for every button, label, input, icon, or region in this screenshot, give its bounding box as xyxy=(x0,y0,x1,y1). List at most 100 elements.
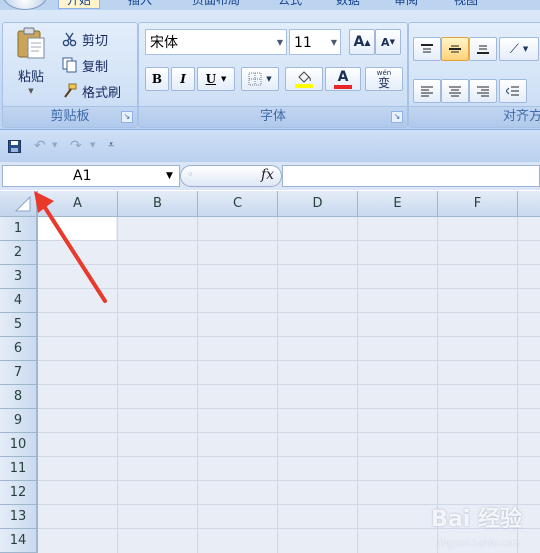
align-bottom-button[interactable] xyxy=(469,37,497,61)
align-top-button[interactable] xyxy=(413,37,441,61)
copy-button[interactable]: 复制 xyxy=(61,53,135,77)
grid-line xyxy=(38,384,540,385)
format-painter-icon xyxy=(64,83,77,98)
fill-bucket-icon xyxy=(298,70,311,83)
shrink-font-icon: ▼ xyxy=(389,38,395,46)
font-group-label: 字体 xyxy=(139,106,407,127)
formula-input[interactable] xyxy=(282,165,540,187)
font-name-combo[interactable]: 宋体 ▼ xyxy=(145,29,287,55)
align-left-button[interactable] xyxy=(413,79,441,103)
row-header-7[interactable]: 7 xyxy=(0,361,38,385)
ribbon-tab-strip: 开始 插入 页面布局 公式 数据 审阅 视图 xyxy=(0,0,540,10)
row-header-8[interactable]: 8 xyxy=(0,385,38,409)
customize-qat-icon[interactable]: ⩡ xyxy=(108,138,114,152)
font-name-dropdown-icon[interactable]: ▼ xyxy=(277,30,283,56)
row-header-9[interactable]: 9 xyxy=(0,409,38,433)
shrink-font-button[interactable]: A ▼ xyxy=(375,29,401,55)
column-header-f[interactable]: F xyxy=(438,191,518,217)
tab-insert[interactable]: 插入 xyxy=(128,0,152,8)
undo-dropdown-icon[interactable]: ▼ xyxy=(52,141,57,149)
cut-label: 剪切 xyxy=(82,33,109,49)
clipboard-group: 粘贴 ▼ 剪切 复制 格式刷 剪贴板 ↘ xyxy=(2,22,138,128)
grid-line xyxy=(38,456,540,457)
column-header-e[interactable]: E xyxy=(358,191,438,217)
orientation-dropdown-icon[interactable]: ▼ xyxy=(523,45,528,53)
borders-dropdown-icon[interactable]: ▼ xyxy=(266,75,271,83)
column-header-b[interactable]: B xyxy=(118,191,198,217)
paste-dropdown-icon[interactable]: ▼ xyxy=(28,87,33,95)
copy-icon xyxy=(62,57,77,73)
baidu-watermark-url: jingyan.baidu.com xyxy=(436,539,520,549)
align-center-icon xyxy=(449,86,461,97)
decrease-indent-button[interactable] xyxy=(499,79,527,103)
paste-button[interactable]: 粘贴 ▼ xyxy=(7,25,55,107)
redo-dropdown-icon[interactable]: ▼ xyxy=(90,141,95,149)
row-header-10[interactable]: 10 xyxy=(0,433,38,457)
font-size-dropdown-icon[interactable]: ▼ xyxy=(331,30,337,56)
font-size-combo[interactable]: 11 ▼ xyxy=(289,29,341,55)
grid-line xyxy=(197,217,198,553)
underline-dropdown-icon[interactable]: ▼ xyxy=(221,75,226,83)
worksheet-grid[interactable]: A B C D E F 1 2 3 4 5 6 7 8 9 10 11 12 1… xyxy=(0,191,540,553)
font-color-label: A xyxy=(337,68,349,85)
quick-access-toolbar: ↶ ▼ ↷ ▼ ⩡ xyxy=(0,130,540,163)
format-painter-button[interactable]: 格式刷 xyxy=(61,79,137,103)
font-color-button[interactable]: A xyxy=(325,67,361,91)
tab-page-layout[interactable]: 页面布局 xyxy=(192,0,240,8)
grid-line xyxy=(38,480,540,481)
align-right-icon xyxy=(477,86,489,97)
annotation-arrow-icon xyxy=(34,191,107,303)
formula-bar: A1 ▼ ◦ fx xyxy=(0,162,540,190)
align-middle-button[interactable] xyxy=(441,37,469,61)
tab-view[interactable]: 视图 xyxy=(454,0,478,8)
align-bottom-icon xyxy=(477,45,489,54)
grow-font-button[interactable]: A ▲ xyxy=(349,29,375,55)
column-header-d[interactable]: D xyxy=(278,191,358,217)
bold-button[interactable]: B xyxy=(145,67,169,91)
row-header-12[interactable]: 12 xyxy=(0,481,38,505)
underline-button[interactable]: U ▼ xyxy=(197,67,235,91)
orientation-button[interactable]: ⟋ ▼ xyxy=(499,37,539,61)
name-box-dropdown-icon[interactable]: ▼ xyxy=(166,166,173,186)
grow-font-icon: ▲ xyxy=(364,37,371,47)
cut-button[interactable]: 剪切 xyxy=(61,27,135,51)
phonetic-button[interactable]: wén 变 xyxy=(365,67,403,91)
column-header-g-partial[interactable] xyxy=(518,191,540,217)
redo-icon[interactable]: ↷ xyxy=(70,138,82,154)
borders-button[interactable]: ▼ xyxy=(241,67,279,91)
font-launcher-icon[interactable]: ↘ xyxy=(391,111,403,123)
clipboard-group-label: 剪贴板 xyxy=(3,106,137,127)
save-icon[interactable] xyxy=(8,140,21,153)
undo-icon[interactable]: ↶ xyxy=(34,138,46,154)
clipboard-launcher-icon[interactable]: ↘ xyxy=(121,111,133,123)
row-header-11[interactable]: 11 xyxy=(0,457,38,481)
format-painter-label: 格式刷 xyxy=(82,85,122,101)
row-header-13[interactable]: 13 xyxy=(0,505,38,529)
fill-color-button[interactable] xyxy=(285,67,323,91)
row-header-14[interactable]: 14 xyxy=(0,529,38,553)
row-header-6[interactable]: 6 xyxy=(0,337,38,361)
align-left-icon xyxy=(421,86,433,97)
decrease-indent-icon xyxy=(506,86,519,96)
tab-data[interactable]: 数据 xyxy=(336,0,360,8)
office-button[interactable] xyxy=(2,0,48,10)
tab-home[interactable]: 开始 xyxy=(58,0,101,9)
copy-label: 复制 xyxy=(82,59,109,75)
underline-label: U xyxy=(205,72,217,86)
font-color-swatch xyxy=(334,84,352,89)
align-middle-icon xyxy=(449,45,461,53)
align-center-button[interactable] xyxy=(441,79,469,103)
tab-formulas[interactable]: 公式 xyxy=(278,0,302,8)
tab-review[interactable]: 审阅 xyxy=(394,0,418,8)
grid-line xyxy=(357,217,358,553)
resize-handle-icon[interactable]: ◦ xyxy=(187,168,194,181)
name-box[interactable]: A1 ▼ xyxy=(2,165,180,187)
column-header-c[interactable]: C xyxy=(198,191,278,217)
alignment-group-label: 对齐方 xyxy=(409,106,540,127)
italic-button[interactable]: I xyxy=(171,67,195,91)
grid-line xyxy=(38,312,540,313)
align-right-button[interactable] xyxy=(469,79,497,103)
formula-bar-controls: ◦ fx xyxy=(180,165,282,187)
row-header-5[interactable]: 5 xyxy=(0,313,38,337)
insert-function-button[interactable]: fx xyxy=(261,167,274,183)
